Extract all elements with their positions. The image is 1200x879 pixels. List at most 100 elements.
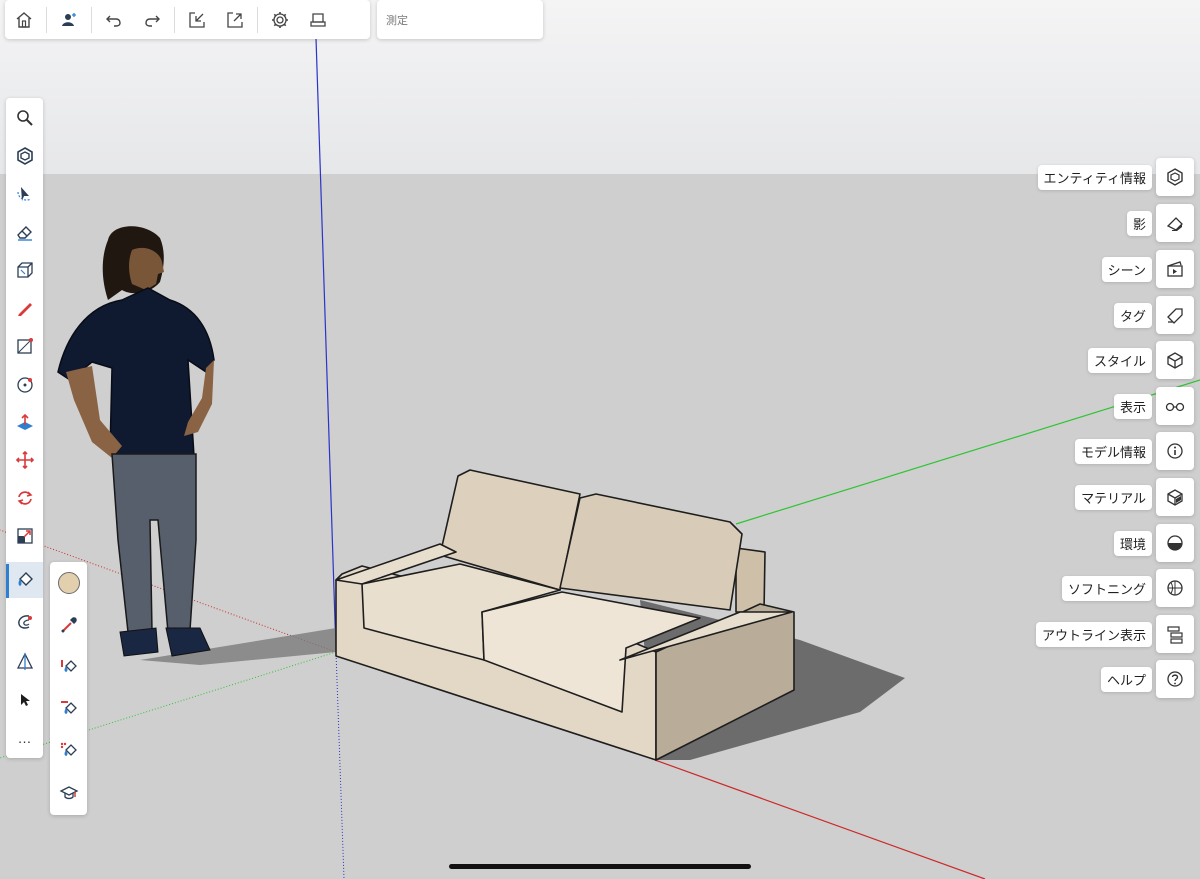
panel-item-label: 表示 [1113,393,1152,419]
tool-eraser[interactable] [6,214,43,250]
active-tool-indicator [6,564,9,598]
pencil-icon [15,298,35,318]
tag-icon[interactable] [1156,296,1194,334]
offset-icon [15,612,35,632]
panel-item-tags[interactable]: タグ [1113,296,1194,334]
measurement-box[interactable]: 測定 [377,0,543,39]
add-user-icon [60,11,78,29]
rectangle-icon [15,336,35,356]
sofa-back-right-arm [735,547,766,613]
panel-item-softening[interactable]: ソフトニング [1061,569,1194,607]
home-indicator[interactable] [449,864,751,869]
panel-item-materials[interactable]: マテリアル [1075,478,1194,516]
tool-offset[interactable] [6,604,43,640]
help-icon[interactable] [1156,660,1194,698]
export-icon [225,10,245,30]
tool-select[interactable] [6,682,43,718]
move-icon [15,450,35,470]
left-toolbar: … [6,98,43,758]
shadow-icon[interactable] [1156,204,1194,242]
top-toolbar [5,0,370,39]
tool-orbit[interactable] [6,176,43,212]
paint-adjacent-icon [59,699,79,719]
select-icon [15,146,35,166]
model-viewport[interactable] [0,0,1200,879]
redo-button[interactable] [133,0,171,39]
paint-adjacent-button[interactable] [50,690,87,728]
tool-rectangle[interactable] [6,328,43,364]
account-button[interactable] [50,0,88,39]
tool-scale[interactable] [6,518,43,554]
current-material-button[interactable] [50,564,87,602]
toolbar-divider [91,6,92,33]
panel-item-shadow[interactable]: 影 [1126,204,1194,242]
tool-paint-bucket[interactable] [6,562,43,598]
tutorial-button[interactable] [50,774,87,812]
paint-replace-button[interactable] [50,648,87,686]
rotate-icon [15,488,35,508]
push-pull-icon [15,412,35,432]
tool-more[interactable]: … [6,720,43,756]
panel-item-entity-info[interactable]: エンティティ情報 [1037,158,1194,196]
tool-rotate[interactable] [6,480,43,516]
panel-item-styles[interactable]: スタイル [1087,341,1194,379]
settings-icon [270,10,290,30]
panel-item-environment[interactable]: 環境 [1113,524,1194,562]
eyedropper-button[interactable] [50,606,87,644]
scale-icon [15,526,35,546]
panel-item-outliner[interactable]: アウトライン表示 [1035,615,1194,653]
panel-item-model-info[interactable]: モデル情報 [1074,432,1194,470]
tool-move[interactable] [6,442,43,478]
search-icon [15,108,35,128]
panel-item-label: シーン [1101,256,1152,282]
eyedropper-icon [59,615,79,635]
panel-item-label: 環境 [1113,530,1152,556]
panel-item-label: エンティティ情報 [1037,164,1152,190]
undo-icon [105,11,123,29]
tool-section-plane[interactable] [6,644,43,680]
paint-replace-icon [59,657,79,677]
orbit-icon [15,184,35,204]
panel-item-label: スタイル [1087,347,1152,373]
scenes-icon[interactable] [1156,250,1194,288]
home-button[interactable] [5,0,43,39]
redo-icon [143,11,161,29]
tutorial-icon [59,783,79,803]
measurement-label: 測定 [386,15,408,27]
section-icon [15,652,35,672]
box-icon [15,260,35,280]
softening-icon[interactable] [1156,569,1194,607]
panel-item-help[interactable]: ヘルプ [1100,660,1194,698]
panel-item-scenes[interactable]: シーン [1101,250,1194,288]
eraser-icon [15,222,35,242]
environment-icon[interactable] [1156,524,1194,562]
tool-circle[interactable] [6,366,43,402]
settings-button[interactable] [261,0,299,39]
materials-icon[interactable] [1156,478,1194,516]
entity-info-icon[interactable] [1156,158,1194,196]
outliner-icon[interactable] [1156,615,1194,653]
paint-object-button[interactable] [50,732,87,770]
model-info-icon[interactable] [1156,432,1194,470]
display-icon[interactable] [1156,387,1194,425]
pointer-icon [17,692,33,708]
toolbar-divider [46,6,47,33]
import-icon [187,10,207,30]
paint-bucket-icon [15,570,35,590]
panel-item-label: ソフトニング [1061,575,1152,601]
toolbar-divider [257,6,258,33]
undo-button[interactable] [95,0,133,39]
tool-search[interactable] [6,100,43,136]
styles-icon[interactable] [1156,341,1194,379]
panel-item-display[interactable]: 表示 [1113,387,1194,425]
tool-push-pull[interactable] [6,404,43,440]
print-icon [308,10,328,30]
tool-select-component[interactable] [6,138,43,174]
circle-icon [15,374,35,394]
import-button[interactable] [178,0,216,39]
tool-box[interactable] [6,252,43,288]
export-button[interactable] [216,0,254,39]
panel-item-label: ヘルプ [1100,666,1152,692]
tool-pencil[interactable] [6,290,43,326]
print-button[interactable] [299,0,337,39]
